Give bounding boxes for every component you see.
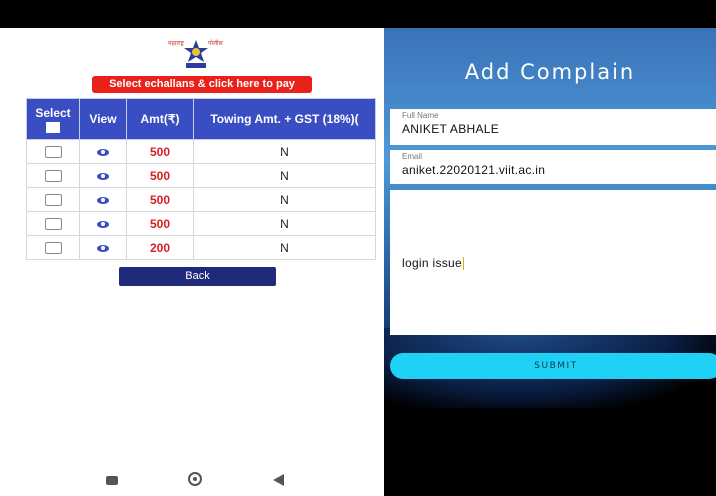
table-row: 500 N bbox=[26, 139, 376, 164]
towing-cell: N bbox=[193, 235, 376, 260]
view-header: View bbox=[79, 98, 127, 140]
android-nav-bar bbox=[0, 466, 384, 496]
echallan-pane: महाराष्ट्र पोलीस Select echallans & clic… bbox=[0, 28, 384, 496]
table-header-row: Select View Amt(₹) Towing Amt. + GST (18… bbox=[26, 98, 376, 140]
complaint-text: login issue bbox=[402, 256, 465, 271]
full-name-label: Full Name bbox=[402, 111, 439, 120]
eye-icon[interactable] bbox=[97, 148, 109, 156]
row-checkbox[interactable] bbox=[44, 194, 62, 207]
amount-cell: 500 bbox=[126, 139, 194, 164]
eye-icon[interactable] bbox=[97, 220, 109, 228]
amount-cell: 500 bbox=[126, 163, 194, 188]
recent-apps-icon[interactable] bbox=[106, 476, 118, 485]
row-checkbox[interactable] bbox=[44, 242, 62, 255]
table-row: 500 N bbox=[26, 211, 376, 236]
select-all-checkbox[interactable] bbox=[46, 121, 60, 133]
text-cursor bbox=[463, 257, 465, 271]
svg-text:पोलीस: पोलीस bbox=[208, 39, 224, 47]
table-row: 200 N bbox=[26, 235, 376, 260]
full-name-field[interactable]: Full Name ANIKET ABHALE bbox=[390, 109, 716, 145]
submit-button[interactable]: SUBMIT bbox=[390, 353, 716, 379]
email-label: Email bbox=[402, 152, 423, 161]
towing-cell: N bbox=[193, 187, 376, 212]
email-value: aniket.22020121.viit.ac.in bbox=[402, 163, 546, 177]
select-all-header[interactable]: Select bbox=[26, 98, 80, 140]
select-header-label: Select bbox=[35, 105, 71, 120]
table-row: 500 N bbox=[26, 187, 376, 212]
complaint-textarea[interactable]: login issue bbox=[390, 190, 716, 335]
echallan-table: Select View Amt(₹) Towing Amt. + GST (18… bbox=[26, 98, 376, 260]
home-icon[interactable] bbox=[188, 472, 202, 486]
email-field[interactable]: Email aniket.22020121.viit.ac.in bbox=[390, 150, 716, 184]
amount-cell: 200 bbox=[126, 235, 194, 260]
eye-icon[interactable] bbox=[97, 244, 109, 252]
status-bar bbox=[0, 0, 716, 28]
eye-icon[interactable] bbox=[97, 196, 109, 204]
page-title: Add Complain bbox=[464, 60, 636, 84]
full-name-value: ANIKET ABHALE bbox=[402, 122, 500, 136]
amount-cell: 500 bbox=[126, 187, 194, 212]
back-icon[interactable] bbox=[273, 474, 284, 486]
amount-cell: 500 bbox=[126, 211, 194, 236]
towing-cell: N bbox=[193, 163, 376, 188]
row-checkbox[interactable] bbox=[44, 170, 62, 183]
complaint-value: login issue bbox=[402, 256, 463, 270]
towing-header: Towing Amt. + GST (18%)( bbox=[193, 98, 376, 140]
row-checkbox[interactable] bbox=[44, 218, 62, 231]
back-button[interactable]: Back bbox=[119, 267, 276, 286]
police-logo: महाराष्ट्र पोलीस bbox=[164, 36, 228, 70]
amount-header: Amt(₹) bbox=[126, 98, 194, 140]
table-row: 500 N bbox=[26, 163, 376, 188]
towing-cell: N bbox=[193, 211, 376, 236]
svg-text:महाराष्ट्र: महाराष्ट्र bbox=[168, 40, 184, 47]
add-complain-pane: Add Complain Full Name ANIKET ABHALE Ema… bbox=[384, 28, 716, 496]
eye-icon[interactable] bbox=[97, 172, 109, 180]
row-checkbox[interactable] bbox=[44, 146, 62, 159]
select-and-pay-button[interactable]: Select echallans & click here to pay bbox=[92, 76, 312, 93]
towing-cell: N bbox=[193, 139, 376, 164]
